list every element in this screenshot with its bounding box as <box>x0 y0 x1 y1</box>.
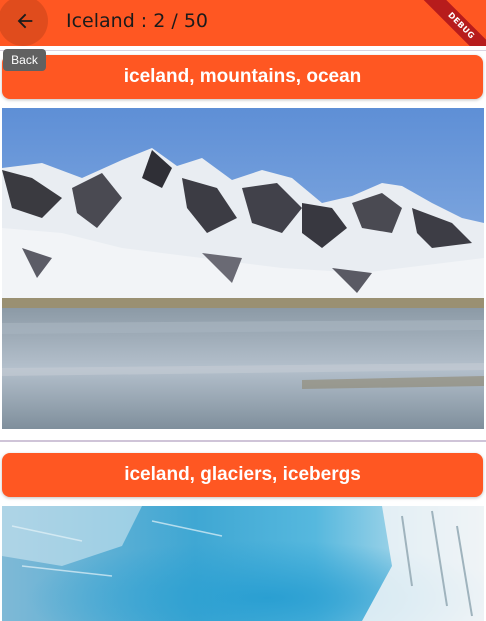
debug-banner: DEBUG <box>409 0 486 46</box>
glacier-ice-photo[interactable] <box>2 506 484 621</box>
glacier-ice-image <box>2 506 484 621</box>
appbar-divider <box>0 50 486 51</box>
page-title: Iceland : 2 / 50 <box>66 10 208 32</box>
arrow-back-icon <box>17 13 33 29</box>
back-tooltip: Back <box>3 49 46 71</box>
card-caption-2: iceland, glaciers, icebergs <box>2 453 483 497</box>
app-bar: Iceland : 2 / 50 DEBUG <box>0 0 486 46</box>
back-button[interactable] <box>0 0 48 46</box>
mountains-lake-photo[interactable] <box>2 108 484 429</box>
list-divider <box>0 440 486 442</box>
mountains-lake-image <box>2 108 484 429</box>
card-caption-1: iceland, mountains, ocean <box>2 55 483 99</box>
